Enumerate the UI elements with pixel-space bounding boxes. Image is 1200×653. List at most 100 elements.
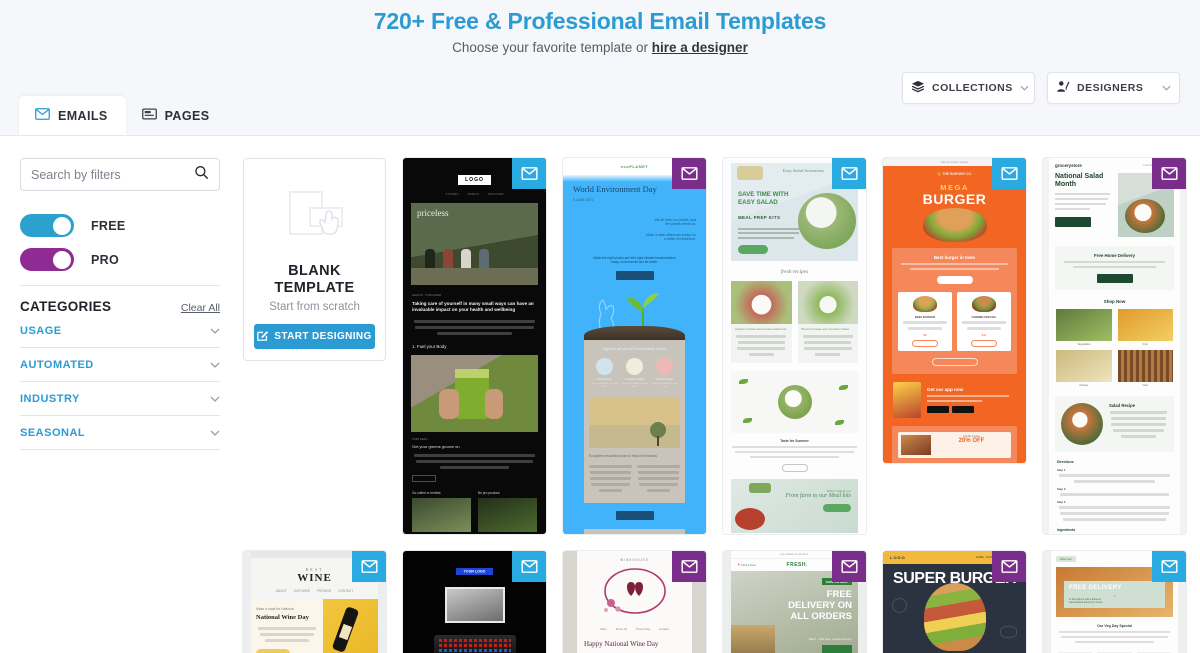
pro-badge xyxy=(672,551,706,582)
template-banner: From farm to our Meal kits xyxy=(785,493,851,500)
toggle-free[interactable] xyxy=(20,214,74,237)
filter-sidebar: FREE PRO CATEGORIES Clear All USAGE AUTO… xyxy=(0,136,240,653)
toggle-free-label: FREE xyxy=(91,218,126,233)
clear-all-button[interactable]: Clear All xyxy=(181,302,220,314)
page-header: 720+ Free & Professional Email Templates… xyxy=(0,0,1200,136)
toggle-knob xyxy=(53,216,71,235)
template-card-free-delivery-veg[interactable]: Shop now Contact FREE DELIVERY ⊹ in free… xyxy=(1043,551,1186,653)
page-title: 720+ Free & Professional Email Templates xyxy=(373,8,827,34)
template-section-title: 1. Fuel your Body xyxy=(412,343,447,349)
toggle-row-free: FREE xyxy=(20,214,220,237)
envelope-icon xyxy=(35,108,50,123)
chevron-down-icon xyxy=(210,326,220,337)
template-card-happy-national-wine-day[interactable]: WINEHOUSE Wine About Us Promo Day Contact xyxy=(563,551,706,653)
blank-template-title: BLANK TEMPLATE xyxy=(254,263,375,297)
chevron-down-icon xyxy=(210,428,220,439)
pro-badge xyxy=(672,158,706,189)
burger-card-label: FARMER SPECIAL xyxy=(971,315,997,319)
search-icon[interactable] xyxy=(194,165,209,185)
tab-pages-label: PAGES xyxy=(164,108,210,123)
hire-a-designer-link[interactable]: hire a designer xyxy=(652,40,748,55)
template-thumbnail: LOGO STORIES VIDEOS DISCOVER priceless HEA… xyxy=(403,158,546,534)
template-card-geek-tech[interactable]: YOUR LOGO GEEK xyxy=(403,551,546,653)
toggle-pro-label: PRO xyxy=(91,252,119,267)
free-badge xyxy=(1152,551,1186,582)
category-automated[interactable]: AUTOMATED xyxy=(20,348,220,382)
template-coupon: 20% OFF xyxy=(958,438,985,444)
blank-template-subtitle: Start from scratch xyxy=(269,301,360,313)
tab-bar: EMAILS PAGES xyxy=(19,96,227,135)
toggle-knob xyxy=(53,250,71,269)
page-body: FREE PRO CATEGORIES Clear All USAGE AUTO… xyxy=(0,136,1200,653)
template-body-text: Taking care of yourself in many small wa… xyxy=(412,301,534,313)
pro-badge xyxy=(992,551,1026,582)
designers-label: DESIGNERS xyxy=(1077,82,1144,94)
template-section-title: Best burger in town xyxy=(933,255,976,260)
template-banner: Free Home Delivery xyxy=(1094,253,1135,258)
collections-dropdown[interactable]: COLLECTIONS xyxy=(902,72,1035,104)
template-thumbnail: View this email in browser 🍔 THE BURGER … xyxy=(883,158,1026,463)
template-directions: Directions xyxy=(1057,460,1074,464)
template-headline-big: BURGER xyxy=(922,191,987,207)
toggle-pro[interactable] xyxy=(20,248,74,271)
template-card-world-environment-day[interactable]: ecoPLANET World Environment Day 5 JUNE 2… xyxy=(563,158,706,534)
chevron-down-icon xyxy=(210,394,220,405)
tab-pages[interactable]: PAGES xyxy=(126,96,228,135)
category-label: USAGE xyxy=(20,325,62,337)
page-icon xyxy=(141,108,157,123)
tab-emails-label: EMAILS xyxy=(58,108,108,123)
template-subhead: MEAL PREP KITS xyxy=(738,215,781,220)
template-card-mega-burger[interactable]: View this email in browser 🍔 THE BURGER … xyxy=(883,158,1026,463)
free-badge xyxy=(512,551,546,582)
wine-headline: National Wine Day xyxy=(256,614,309,621)
blank-template-card[interactable]: BLANK TEMPLATE Start from scratch START … xyxy=(243,158,386,361)
blank-title-line1: BLANK xyxy=(288,263,341,279)
template-card-national-wine-day[interactable]: BEST WINE ABOUT OUR WINE PROMOS CONTACT Mak… xyxy=(243,551,386,653)
categories-title: CATEGORIES xyxy=(20,299,112,314)
template-sub-title: Get your greens groove on xyxy=(412,443,460,449)
page-subtitle: Choose your favorite template or hire a … xyxy=(0,40,1200,55)
header-filters: COLLECTIONS DESIGNERS xyxy=(902,72,1180,104)
category-seasonal[interactable]: SEASONAL xyxy=(20,416,220,450)
free-badge xyxy=(832,158,866,189)
template-card-national-salad-month[interactable]: grocerystore Free Way Promo · Contact Na… xyxy=(1043,158,1186,534)
layers-icon xyxy=(911,80,925,96)
search-filters-box[interactable] xyxy=(20,158,220,191)
chevron-down-icon xyxy=(1162,83,1171,93)
pencil-square-icon xyxy=(257,329,269,344)
category-industry[interactable]: INDUSTRY xyxy=(20,382,220,416)
chevron-down-icon xyxy=(210,360,220,371)
category-usage[interactable]: USAGE xyxy=(20,314,220,348)
template-thumbnail: grocerystore Free Way Promo · Contact Na… xyxy=(1043,158,1186,534)
template-headline: Happy National Wine Day xyxy=(584,640,659,648)
blank-title-line2: TEMPLATE xyxy=(274,280,355,296)
template-card-priceless-wellbeing[interactable]: LOGO STORIES VIDEOS DISCOVER priceless HEA… xyxy=(403,158,546,534)
template-section-title: Our Veg Day Special xyxy=(1097,624,1132,628)
chevron-down-icon xyxy=(1020,83,1029,93)
template-thumbnail: ecoPLANET World Environment Day 5 JUNE 2… xyxy=(563,158,706,534)
designers-dropdown[interactable]: DESIGNERS xyxy=(1047,72,1180,104)
template-logo: LOGO xyxy=(458,175,491,185)
search-input[interactable] xyxy=(31,167,194,182)
collections-label: COLLECTIONS xyxy=(932,82,1013,94)
template-headline: FREE DELIVERY ON ALL ORDERS xyxy=(788,589,852,622)
template-app-title: Get our app now xyxy=(927,387,964,393)
start-designing-button[interactable]: START DESIGNING xyxy=(254,324,375,349)
template-headline: National Salad Month xyxy=(1055,173,1104,189)
template-card-easy-salad-meal-prep[interactable]: Easy Salad Sensations SAVE TIME WITH EAS… xyxy=(723,158,866,534)
template-grid: BLANK TEMPLATE Start from scratch START … xyxy=(240,136,1200,653)
template-card-super-burger[interactable]: LOGO HOME · FOOD · DEALS · CONTACT SUPER… xyxy=(883,551,1026,653)
tab-emails[interactable]: EMAILS xyxy=(19,96,126,135)
toggle-row-pro: PRO xyxy=(20,248,220,271)
template-headline: FREE DELIVERY xyxy=(1069,585,1122,591)
template-thumbnail: Easy Salad Sensations SAVE TIME WITH EAS… xyxy=(723,158,866,534)
template-logo: LOGO xyxy=(890,555,906,560)
free-badge xyxy=(512,158,546,189)
category-label: SEASONAL xyxy=(20,427,86,439)
pro-badge xyxy=(1152,158,1186,189)
template-date: 5 JUNE 2021 xyxy=(573,198,594,202)
price-toggles: FREE PRO xyxy=(20,214,220,271)
template-headline: SAVE TIME WITH EASY SALAD xyxy=(738,191,789,206)
designer-icon xyxy=(1056,80,1070,96)
template-card-fresh-free-delivery[interactable]: Free delivery on all orders 📍 Find a sto… xyxy=(723,551,866,653)
